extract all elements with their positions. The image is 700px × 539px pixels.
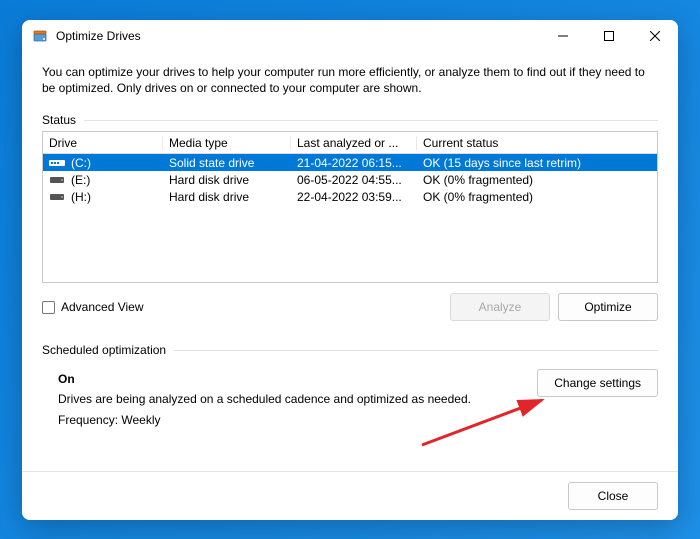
media-type: Hard disk drive: [163, 173, 291, 187]
col-drive[interactable]: Drive: [43, 136, 163, 150]
current-status: OK (0% fragmented): [417, 190, 657, 204]
advanced-view-label: Advanced View: [61, 300, 144, 314]
drives-table: Drive Media type Last analyzed or ... Cu…: [42, 131, 658, 283]
close-button[interactable]: Close: [568, 482, 658, 510]
close-window-button[interactable]: [632, 20, 678, 52]
drive-name: (E:): [71, 173, 90, 187]
col-media[interactable]: Media type: [163, 136, 291, 150]
last-analyzed: 21-04-2022 06:15...: [291, 156, 417, 170]
minimize-button[interactable]: [540, 20, 586, 52]
col-current-status[interactable]: Current status: [417, 136, 657, 150]
scheduled-frequency: Frequency: Weekly: [58, 410, 529, 430]
drive-name: (H:): [71, 190, 91, 204]
status-label: Status: [42, 113, 76, 127]
table-row[interactable]: (H:) Hard disk drive22-04-2022 03:59...OK…: [43, 188, 657, 205]
current-status: OK (0% fragmented): [417, 173, 657, 187]
drive-name: (C:): [71, 156, 91, 170]
current-status: OK (15 days since last retrim): [417, 156, 657, 170]
app-icon: [32, 28, 48, 44]
footer: Close: [22, 471, 678, 520]
checkbox-icon: [42, 301, 55, 314]
titlebar: Optimize Drives: [22, 20, 678, 52]
last-analyzed: 22-04-2022 03:59...: [291, 190, 417, 204]
optimize-button[interactable]: Optimize: [558, 293, 658, 321]
optimize-drives-window: Optimize Drives You can optimize your dr…: [22, 20, 678, 520]
advanced-view-checkbox[interactable]: Advanced View: [42, 300, 144, 314]
analyze-button[interactable]: Analyze: [450, 293, 550, 321]
table-header: Drive Media type Last analyzed or ... Cu…: [43, 132, 657, 154]
change-settings-button[interactable]: Change settings: [537, 369, 658, 397]
divider: [174, 350, 658, 351]
hdd-drive-icon: [49, 175, 65, 185]
media-type: Solid state drive: [163, 156, 291, 170]
table-row[interactable]: (C:) Solid state drive21-04-2022 06:15...…: [43, 154, 657, 171]
table-row[interactable]: (E:) Hard disk drive06-05-2022 04:55...OK…: [43, 171, 657, 188]
maximize-button[interactable]: [586, 20, 632, 52]
scheduled-desc: Drives are being analyzed on a scheduled…: [58, 389, 529, 409]
media-type: Hard disk drive: [163, 190, 291, 204]
col-last-analyzed[interactable]: Last analyzed or ...: [291, 136, 417, 150]
ssd-drive-icon: [49, 158, 65, 168]
scheduled-label: Scheduled optimization: [42, 343, 166, 357]
last-analyzed: 06-05-2022 04:55...: [291, 173, 417, 187]
window-title: Optimize Drives: [56, 29, 540, 43]
divider: [84, 120, 658, 121]
intro-text: You can optimize your drives to help you…: [42, 64, 658, 98]
scheduled-state: On: [58, 369, 529, 389]
hdd-drive-icon: [49, 192, 65, 202]
